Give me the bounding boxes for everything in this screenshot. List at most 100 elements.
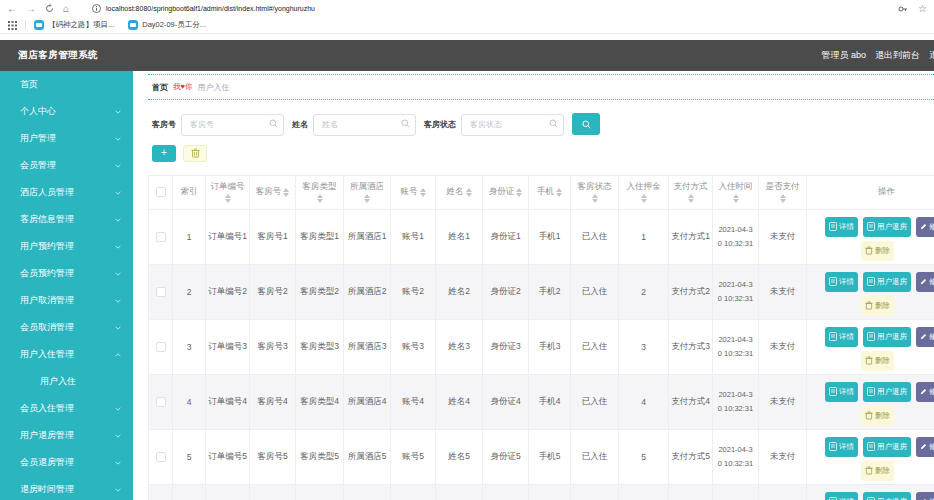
cell-id_card: 身份证3 [483, 319, 529, 374]
user-checkout-button[interactable]: 用户退房 [863, 272, 911, 292]
home-icon[interactable]: ⌂ [63, 4, 69, 14]
search-icon [401, 119, 410, 128]
cell-index: 5 [173, 429, 206, 484]
row-checkbox[interactable] [156, 397, 166, 407]
cell-pay_method: 支付方式2 [669, 264, 713, 319]
column-header-name[interactable]: 姓名 [436, 175, 483, 209]
search-bar: 客房号姓名客房状态 [148, 113, 934, 136]
column-header-pay_method[interactable]: 支付方式 [669, 175, 713, 209]
delete-button[interactable] [183, 145, 207, 162]
search-field-label: 客房状态 [424, 119, 456, 130]
cell-paid: 未支付 [759, 264, 807, 319]
apps-grid-icon[interactable] [8, 21, 17, 30]
bookmark-item[interactable]: 【码神之路】项目... [34, 20, 114, 30]
cell-paid: 未支付 [759, 429, 807, 484]
column-header-account[interactable]: 账号 [391, 175, 436, 209]
detail-button[interactable]: 详情 [825, 437, 858, 457]
chevron-down-icon [115, 299, 121, 303]
actions-cell: 详情用户退房修改删除 [807, 319, 934, 374]
sidebar-item-3[interactable]: 用户管理 [0, 125, 133, 152]
sidebar-item-7[interactable]: 用户预约管理 [0, 233, 133, 260]
sidebar-item-6[interactable]: 客房信息管理 [0, 206, 133, 233]
sidebar-item-label: 用户入住管理 [20, 348, 74, 361]
chevron-down-icon [115, 488, 121, 492]
delete-row-button[interactable]: 删除 [861, 241, 894, 261]
edit-button[interactable]: 修改 [916, 272, 934, 292]
edit-button[interactable]: 修改 [916, 217, 934, 237]
detail-button[interactable]: 详情 [825, 327, 858, 347]
row-checkbox[interactable] [156, 452, 166, 462]
delete-row-button[interactable]: 删除 [861, 461, 894, 481]
edit-button[interactable]: 修改 [916, 492, 934, 500]
search-field-label: 客房号 [152, 119, 176, 130]
user-checkout-button[interactable]: 用户退房 [863, 327, 911, 347]
column-header-room_status[interactable]: 客房状态 [571, 175, 619, 209]
column-header-checkin_time[interactable]: 入住时间 [713, 175, 759, 209]
delete-row-button[interactable]: 删除 [861, 351, 894, 371]
logout-link[interactable]: 退出登录 [929, 49, 934, 62]
sidebar-item-13[interactable]: 会员入住管理 [0, 395, 133, 422]
user-checkout-button[interactable]: 用户退房 [863, 217, 911, 237]
bookmark-item[interactable]: Day02-09-员工分... [128, 20, 206, 30]
edit-button[interactable]: 修改 [916, 437, 934, 457]
add-button[interactable]: + [152, 145, 176, 162]
breadcrumb-home[interactable]: 首页 [152, 82, 168, 93]
sidebar-item-8[interactable]: 会员预约管理 [0, 260, 133, 287]
row-checkbox[interactable] [156, 287, 166, 297]
row-checkbox[interactable] [156, 232, 166, 242]
sidebar-item-10[interactable]: 会员取消管理 [0, 314, 133, 341]
exit-to-front-link[interactable]: 退出到前台 [875, 49, 920, 62]
sidebar-item-2[interactable]: 个人中心 [0, 98, 133, 125]
user-checkout-button[interactable]: 用户退房 [863, 437, 911, 457]
sidebar-item-15[interactable]: 会员退房管理 [0, 449, 133, 476]
page-info-icon[interactable] [92, 4, 101, 13]
sidebar-item-1[interactable]: 首页 [0, 71, 133, 98]
sidebar-item-4[interactable]: 会员管理 [0, 152, 133, 179]
column-header-order_no[interactable]: 订单编号 [206, 175, 250, 209]
sidebar-item-14[interactable]: 用户退房管理 [0, 422, 133, 449]
actions-cell: 详情用户退房修改删除 [807, 429, 934, 484]
column-header-paid[interactable]: 是否支付 [759, 175, 807, 209]
password-key-icon[interactable] [898, 4, 908, 14]
forward-icon[interactable]: → [26, 4, 36, 14]
url-text[interactable]: localhost:8080/springboot6alf1/admin/dis… [106, 5, 315, 12]
cell-room_no: 客房号4 [250, 374, 296, 429]
sidebar-item-5[interactable]: 酒店人员管理 [0, 179, 133, 206]
select-all-checkbox[interactable] [156, 187, 166, 197]
delete-row-button[interactable]: 删除 [861, 296, 894, 316]
cell-paid: 未支付 [759, 484, 807, 500]
sidebar-item-16[interactable]: 退房时间管理 [0, 476, 133, 500]
cell-name: 姓名3 [436, 319, 483, 374]
column-header-deposit[interactable]: 入住押金 [619, 175, 669, 209]
detail-button[interactable]: 详情 [825, 272, 858, 292]
detail-button[interactable]: 详情 [825, 217, 858, 237]
back-icon[interactable]: ← [7, 4, 17, 14]
reload-icon[interactable] [45, 4, 54, 13]
user-checkout-button[interactable]: 用户退房 [863, 382, 911, 402]
detail-button[interactable]: 详情 [825, 382, 858, 402]
chevron-down-icon [115, 110, 121, 114]
sidebar-item-label: 用户预约管理 [20, 240, 74, 253]
column-header-phone[interactable]: 手机 [529, 175, 571, 209]
bilibili-favicon [128, 20, 138, 30]
cell-id_card: 身份证6 [483, 484, 529, 500]
cell-deposit: 2 [619, 264, 669, 319]
edit-button[interactable]: 修改 [916, 382, 934, 402]
bookmark-star-icon[interactable]: ☆ [918, 4, 927, 14]
cell-room_type: 客房类型5 [296, 429, 344, 484]
search-button[interactable] [572, 113, 600, 135]
sidebar-item-9[interactable]: 用户取消管理 [0, 287, 133, 314]
sidebar-item-label: 用户退房管理 [20, 429, 74, 442]
delete-row-button[interactable]: 删除 [861, 406, 894, 426]
sidebar-item-label: 会员管理 [20, 159, 56, 172]
edit-button[interactable]: 修改 [916, 327, 934, 347]
column-header-hotel[interactable]: 所属酒店 [344, 175, 391, 209]
row-checkbox[interactable] [156, 342, 166, 352]
detail-button[interactable]: 详情 [825, 492, 858, 500]
user-checkout-button[interactable]: 用户退房 [863, 492, 911, 500]
column-header-id_card[interactable]: 身份证 [483, 175, 529, 209]
sidebar-item-12[interactable]: 用户入住 [0, 368, 133, 395]
column-header-room_no[interactable]: 客房号 [250, 175, 296, 209]
column-header-room_type[interactable]: 客房类型 [296, 175, 344, 209]
sidebar-item-11[interactable]: 用户入住管理 [0, 341, 133, 368]
